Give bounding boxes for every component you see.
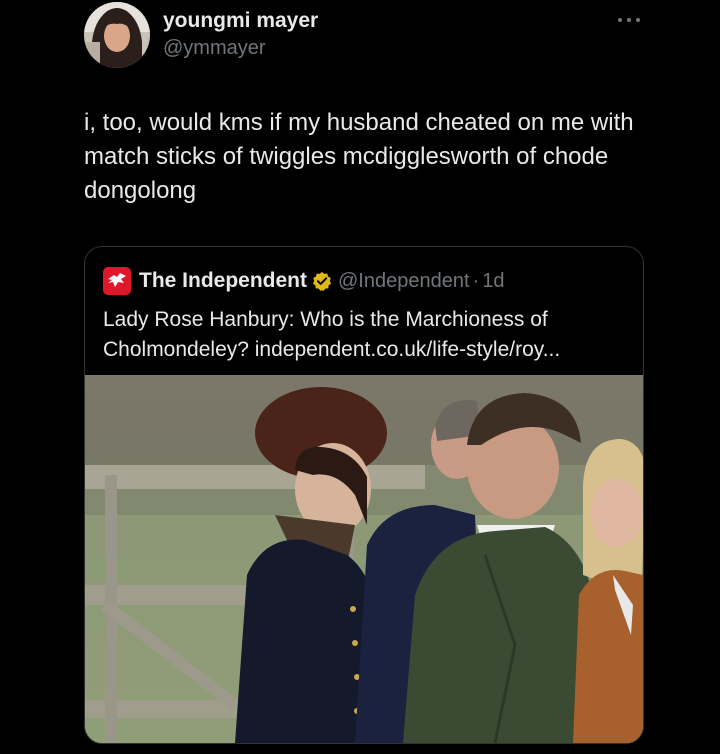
quoted-tweet-text: Lady Rose Hanbury: Who is the Marchiones…	[103, 308, 561, 361]
independent-logo[interactable]	[103, 267, 131, 295]
avatar[interactable]	[84, 2, 150, 68]
verified-badge	[312, 271, 332, 291]
quoted-tweet-timestamp[interactable]: 1d	[482, 270, 504, 293]
quoted-author-handle[interactable]: @Independent	[338, 270, 470, 293]
quoted-tweet-header: The Independent @Independent · 1d	[103, 265, 504, 297]
quoted-author-name[interactable]: The Independent	[139, 269, 307, 293]
news-photo-icon	[85, 375, 643, 743]
more-horizontal-icon	[618, 18, 640, 22]
author-handle[interactable]: @ymmayer	[163, 37, 266, 60]
tweet-text: i, too, would kms if my husband cheated …	[84, 109, 634, 204]
more-options-button[interactable]	[612, 8, 646, 32]
author-display-name[interactable]: youngmi mayer	[163, 9, 318, 33]
separator-dot: ·	[472, 269, 480, 292]
verified-badge-icon	[312, 271, 332, 291]
profile-photo-icon	[84, 2, 150, 68]
quoted-tweet-image[interactable]	[85, 375, 643, 743]
eagle-logo-icon	[108, 273, 126, 287]
quoted-tweet-card[interactable]: The Independent @Independent · 1d Lady R…	[84, 246, 644, 744]
